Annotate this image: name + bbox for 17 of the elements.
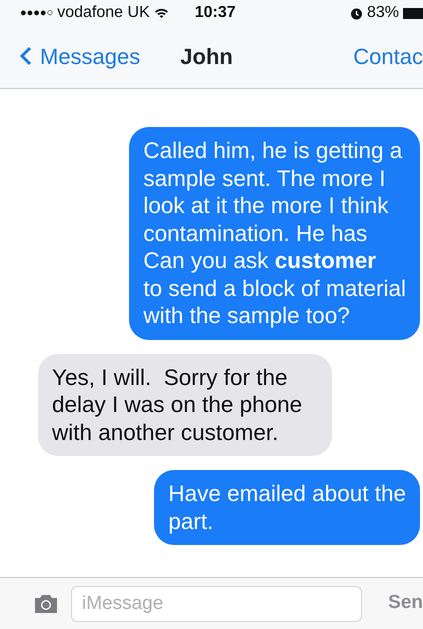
sent-message-bubble: Called him, he is getting a sample sent. The more I look at it the more I think contamination. He has Can you ask customer to send a block of material with the sample too? bbox=[129, 127, 420, 340]
battery-percent: 83% bbox=[366, 3, 399, 23]
camera-button[interactable] bbox=[33, 594, 59, 614]
status-time: 10:37 bbox=[194, 3, 236, 23]
signal-dots: ●●●●○ bbox=[20, 6, 54, 21]
message-input-field[interactable]: iMessage bbox=[71, 586, 362, 622]
conversation-title: John bbox=[180, 42, 233, 70]
battery-icon bbox=[403, 8, 423, 18]
send-button[interactable]: Sen bbox=[388, 589, 423, 618]
alarm-clock-icon bbox=[350, 6, 363, 20]
back-link[interactable]: Messages bbox=[20, 40, 140, 72]
wifi-icon bbox=[154, 7, 169, 19]
sent-message-bubble: Have emailed about the part. bbox=[154, 470, 420, 545]
back-chevron-icon bbox=[20, 46, 32, 66]
contact-link[interactable]: Contac bbox=[353, 40, 423, 72]
received-message-bubble: Yes, I will. Sorry for the delay I was on the phone with another customer. bbox=[38, 354, 332, 456]
carrier-name: vodafone UK bbox=[57, 3, 150, 23]
